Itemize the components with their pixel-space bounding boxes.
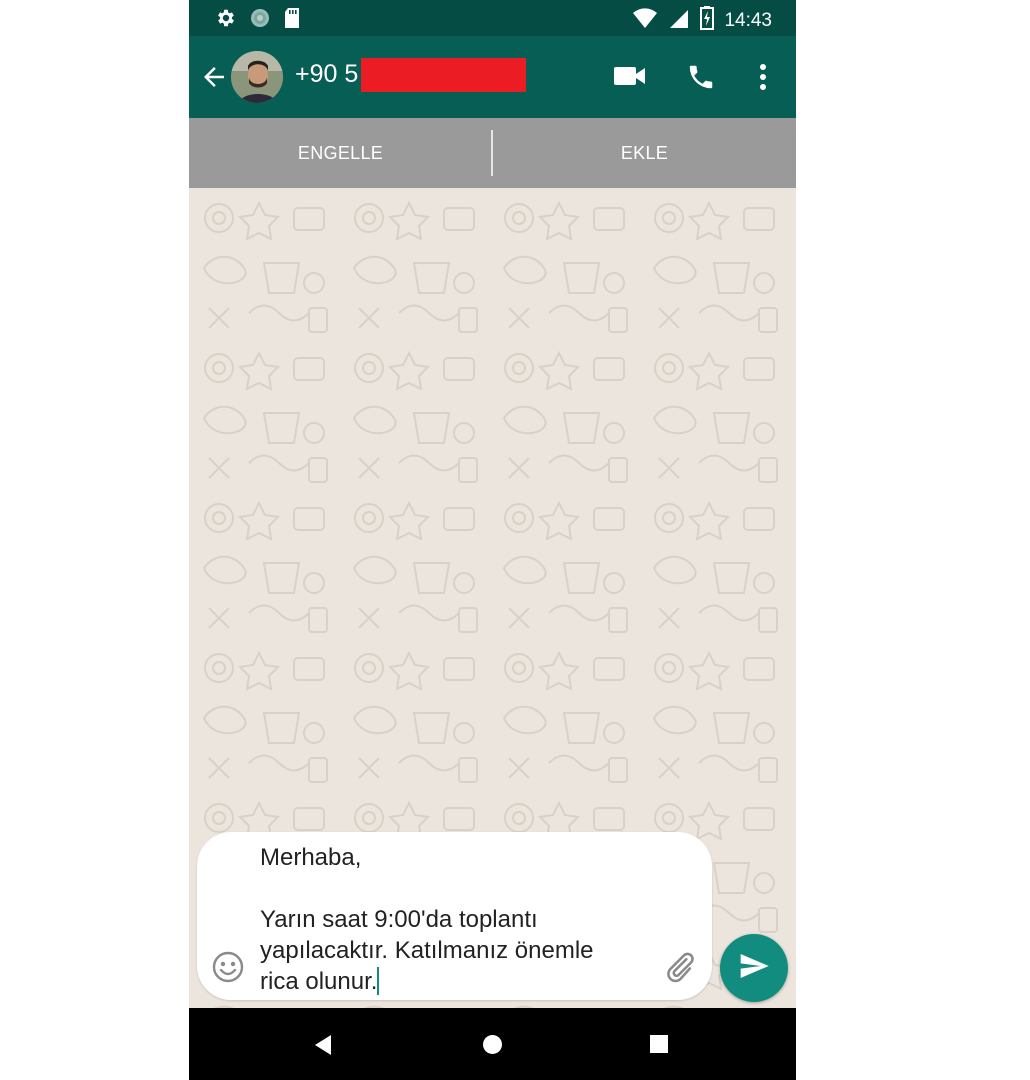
- redaction-block: [361, 58, 526, 92]
- nav-recents-icon[interactable]: [650, 1035, 668, 1058]
- sd-card-icon: [283, 7, 301, 34]
- attachment-icon[interactable]: [663, 950, 697, 989]
- clock: 14:43: [724, 9, 772, 31]
- chat-header: +90 5: [189, 36, 796, 118]
- contact-avatar[interactable]: [231, 51, 283, 103]
- nav-back-icon[interactable]: [313, 1034, 333, 1061]
- block-button[interactable]: ENGELLE: [189, 118, 492, 188]
- phone-screen: 14:43 +90 5 ENGELLE EKLE Merhaba, Yarın …: [189, 0, 796, 1080]
- phone-icon[interactable]: [686, 62, 716, 97]
- send-icon: [738, 950, 770, 987]
- add-contact-button[interactable]: EKLE: [493, 118, 796, 188]
- status-bar: 14:43: [189, 0, 796, 36]
- message-input-box[interactable]: Merhaba, Yarın saat 9:00'da toplantı yap…: [197, 832, 712, 1000]
- emoji-icon[interactable]: [211, 950, 245, 989]
- back-arrow-icon[interactable]: [199, 62, 229, 92]
- message-input[interactable]: Merhaba, Yarın saat 9:00'da toplantı yap…: [260, 842, 660, 997]
- contact-name[interactable]: +90 5: [295, 60, 358, 89]
- battery-icon: [700, 6, 715, 35]
- nav-home-icon[interactable]: [482, 1034, 503, 1060]
- text-cursor: [377, 967, 380, 995]
- wifi-icon: [632, 7, 658, 34]
- unknown-contact-action-bar: ENGELLE EKLE: [189, 118, 796, 188]
- send-button[interactable]: [720, 934, 788, 1002]
- video-call-icon[interactable]: [614, 64, 646, 93]
- signal-icon: [668, 7, 690, 34]
- gear-icon: [215, 7, 237, 34]
- more-vert-icon[interactable]: [758, 63, 768, 96]
- app-notification-icon: [249, 7, 271, 34]
- system-navigation-bar: [189, 1008, 796, 1080]
